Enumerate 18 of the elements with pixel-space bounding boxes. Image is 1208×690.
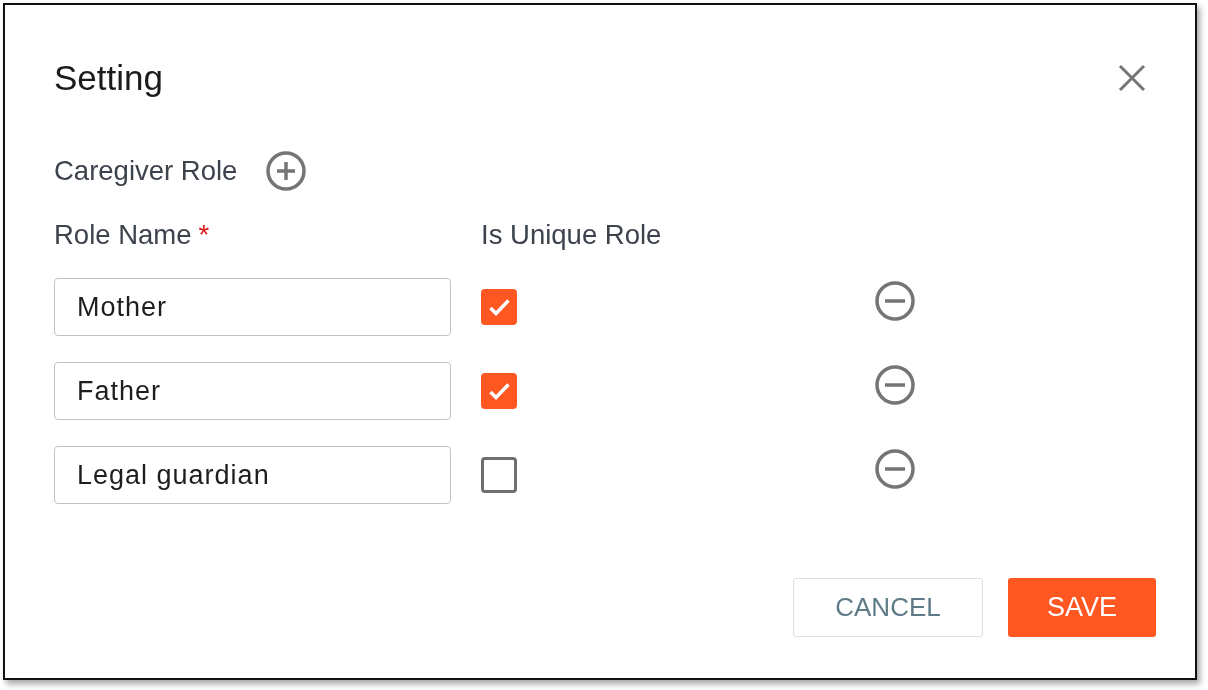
check-icon <box>488 298 510 316</box>
unique-checkbox[interactable] <box>481 289 517 325</box>
role-name-field[interactable]: Legal guardian <box>54 446 451 504</box>
remove-circle-icon[interactable] <box>875 365 915 405</box>
role-name-field[interactable]: Father <box>54 362 451 420</box>
column-header: Role Name * <box>54 219 210 251</box>
remove-circle-icon[interactable] <box>875 281 915 321</box>
unique-checkbox[interactable] <box>481 373 517 409</box>
unique-checkbox[interactable] <box>481 457 517 493</box>
add-circle-icon[interactable] <box>266 151 307 191</box>
check-icon <box>488 382 510 400</box>
role-name-field[interactable]: Mother <box>54 278 451 336</box>
section-label: Caregiver Role <box>54 155 238 187</box>
column-header: Is Unique Role <box>481 219 662 251</box>
dialog-button[interactable]: CANCEL <box>793 578 983 637</box>
close-icon[interactable] <box>1118 64 1146 92</box>
remove-circle-icon[interactable] <box>875 449 915 489</box>
dialog-title: Setting <box>54 58 163 98</box>
